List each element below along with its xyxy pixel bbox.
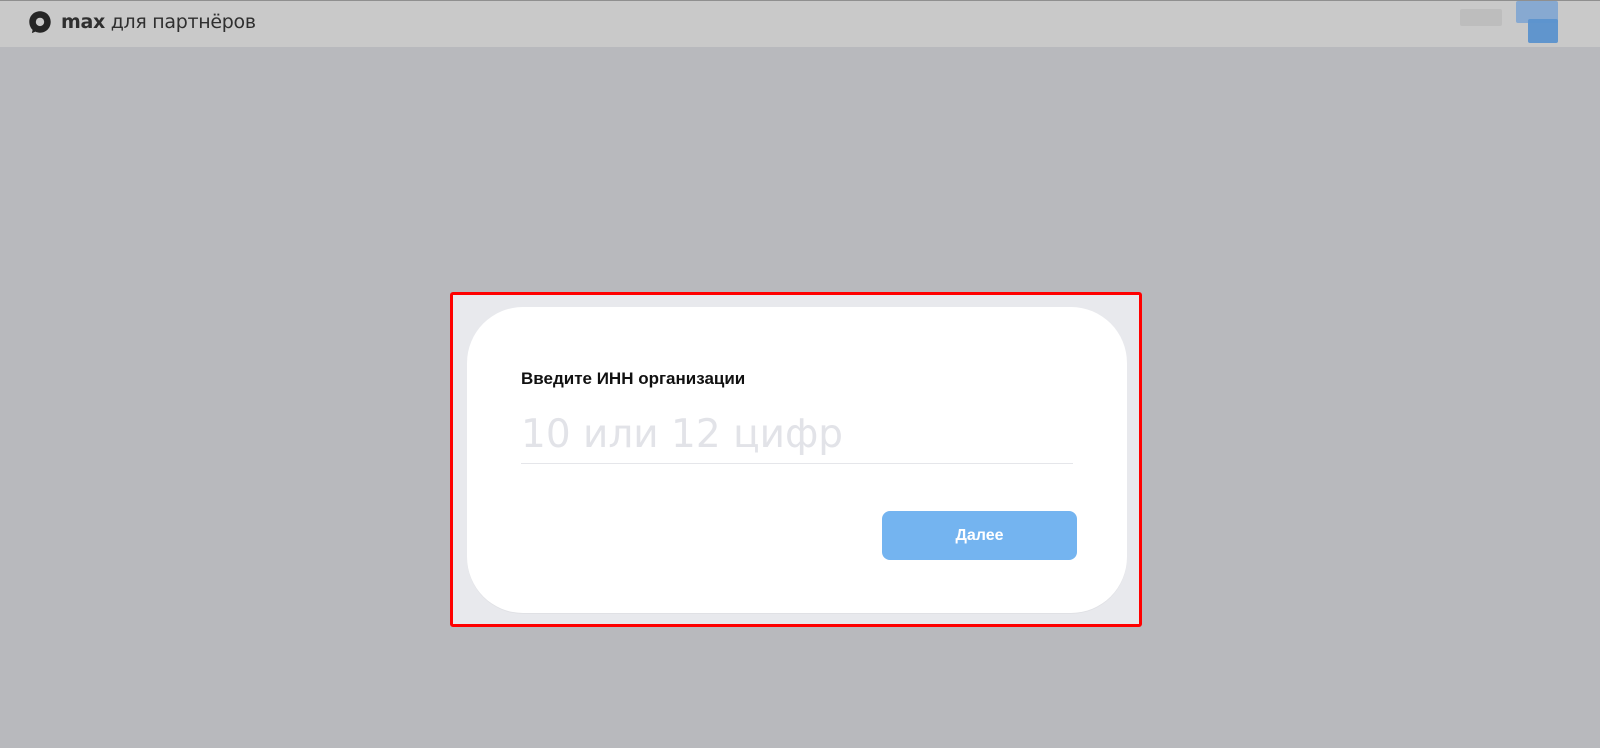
- user-avatar-icon[interactable]: [1460, 1, 1572, 43]
- top-header: max для партнёров: [0, 0, 1600, 47]
- blurred-avatar-part: [1460, 9, 1502, 26]
- inn-input[interactable]: [521, 405, 1073, 464]
- inn-label: Введите ИНН организации: [521, 369, 746, 388]
- inn-card: Введите ИНН организации Далее: [467, 307, 1127, 613]
- next-button[interactable]: Далее: [882, 511, 1077, 560]
- brand-logo[interactable]: max для партнёров: [27, 8, 256, 36]
- max-logo-icon: [29, 11, 51, 34]
- blurred-avatar-part: [1528, 19, 1558, 43]
- highlighted-dialog-area: Введите ИНН организации Далее: [450, 292, 1142, 627]
- logo-brand: max: [61, 11, 105, 33]
- logo-subtitle: для партнёров: [104, 11, 256, 33]
- logo-text: max для партнёров: [61, 11, 256, 33]
